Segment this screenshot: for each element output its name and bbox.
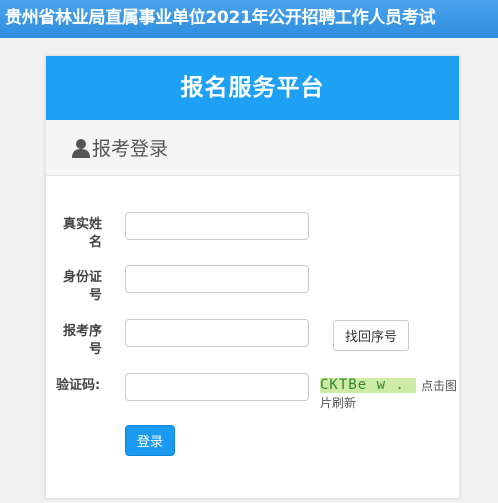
card-header: 报名服务平台 (46, 56, 459, 120)
card-subheader: 报考登录 (46, 120, 459, 176)
login-card: 报名服务平台 报考登录 真实姓名 身份证号 报考序号 找回序号 验证码: CKT… (46, 56, 459, 498)
refresh-hint-line2[interactable]: 片刷新 (320, 394, 356, 411)
card-title: 报名服务平台 (180, 75, 325, 101)
user-icon (71, 138, 91, 158)
name-label: 真实姓名 (62, 217, 102, 250)
id-number-input[interactable] (125, 265, 309, 293)
seq-label: 报考序号 (62, 324, 102, 357)
page-banner: 贵州省林业局直属事业单位2021年公开招聘工作人员考试 (0, 0, 498, 38)
id-label: 身份证号 (62, 270, 102, 303)
captcha-label: 验证码: (56, 378, 101, 393)
captcha-input[interactable] (125, 373, 309, 401)
card-subtitle: 报考登录 (92, 138, 169, 160)
refresh-hint-line1[interactable]: 点击图 (421, 377, 457, 394)
captcha-image[interactable]: CKTBe w . (320, 378, 416, 393)
name-input[interactable] (125, 212, 309, 240)
seq-number-input[interactable] (125, 319, 309, 347)
login-button[interactable]: 登录 (125, 425, 175, 456)
find-seq-button[interactable]: 找回序号 (333, 320, 409, 351)
banner-title: 贵州省林业局直属事业单位2021年公开招聘工作人员考试 (5, 8, 436, 28)
